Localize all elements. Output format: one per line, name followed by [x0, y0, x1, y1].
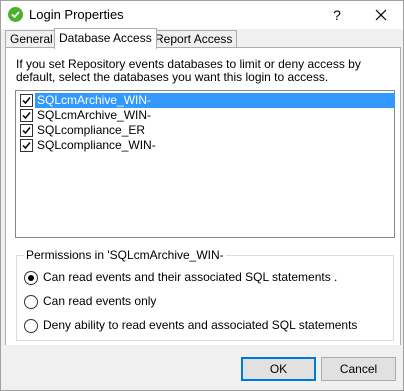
title-bar: Login Properties ? [1, 1, 403, 29]
permissions-group: Permissions in 'SQLcmArchive_WIN- Can re… [16, 248, 394, 341]
list-item[interactable]: SQLcmArchive_WIN- [17, 93, 395, 108]
tab-report-access[interactable]: Report Access [150, 30, 238, 48]
close-icon[interactable] [371, 5, 391, 25]
cancel-button[interactable]: Cancel [321, 357, 396, 381]
ok-button[interactable]: OK [241, 357, 316, 381]
list-item[interactable]: SQLcmArchive_WIN- [17, 108, 393, 123]
permissions-legend: Permissions in 'SQLcmArchive_WIN- [24, 248, 226, 262]
database-label: SQLcompliance_WIN- [37, 138, 156, 152]
database-label: SQLcompliance_ER [37, 123, 146, 137]
radio-button[interactable] [24, 271, 38, 285]
database-checkbox[interactable] [20, 124, 33, 137]
login-properties-dialog: Login Properties ? General Database Acce… [0, 0, 404, 391]
database-label: SQLcmArchive_WIN- [35, 93, 395, 108]
list-item[interactable]: SQLcompliance_ER [17, 123, 393, 138]
tab-database-access[interactable]: Database Access [54, 28, 157, 49]
database-checkbox[interactable] [20, 139, 33, 152]
check-circle-icon [8, 7, 23, 22]
dialog-footer: OK Cancel [1, 345, 403, 390]
help-button[interactable]: ? [327, 5, 347, 25]
window-title: Login Properties [29, 7, 124, 22]
database-checkbox[interactable] [20, 94, 33, 107]
intro-text: If you set Repository events databases t… [16, 57, 361, 84]
radio-button[interactable] [24, 319, 38, 333]
radio-button[interactable] [24, 295, 38, 309]
list-item[interactable]: SQLcompliance_WIN- [17, 138, 393, 153]
tab-strip: General Database Access Report Access [5, 28, 401, 49]
radio-label: Can read events and their associated SQL… [43, 270, 338, 284]
radio-label: Can read events only [43, 294, 157, 308]
database-label: SQLcmArchive_WIN- [37, 108, 152, 122]
tab-general[interactable]: General [5, 30, 58, 48]
database-checkbox[interactable] [20, 109, 33, 122]
database-list[interactable]: SQLcmArchive_WIN- SQLcmArchive_WIN- SQLc… [15, 90, 395, 238]
database-access-panel: If you set Repository events databases t… [5, 47, 401, 347]
radio-label: Deny ability to read events and associat… [43, 318, 358, 332]
